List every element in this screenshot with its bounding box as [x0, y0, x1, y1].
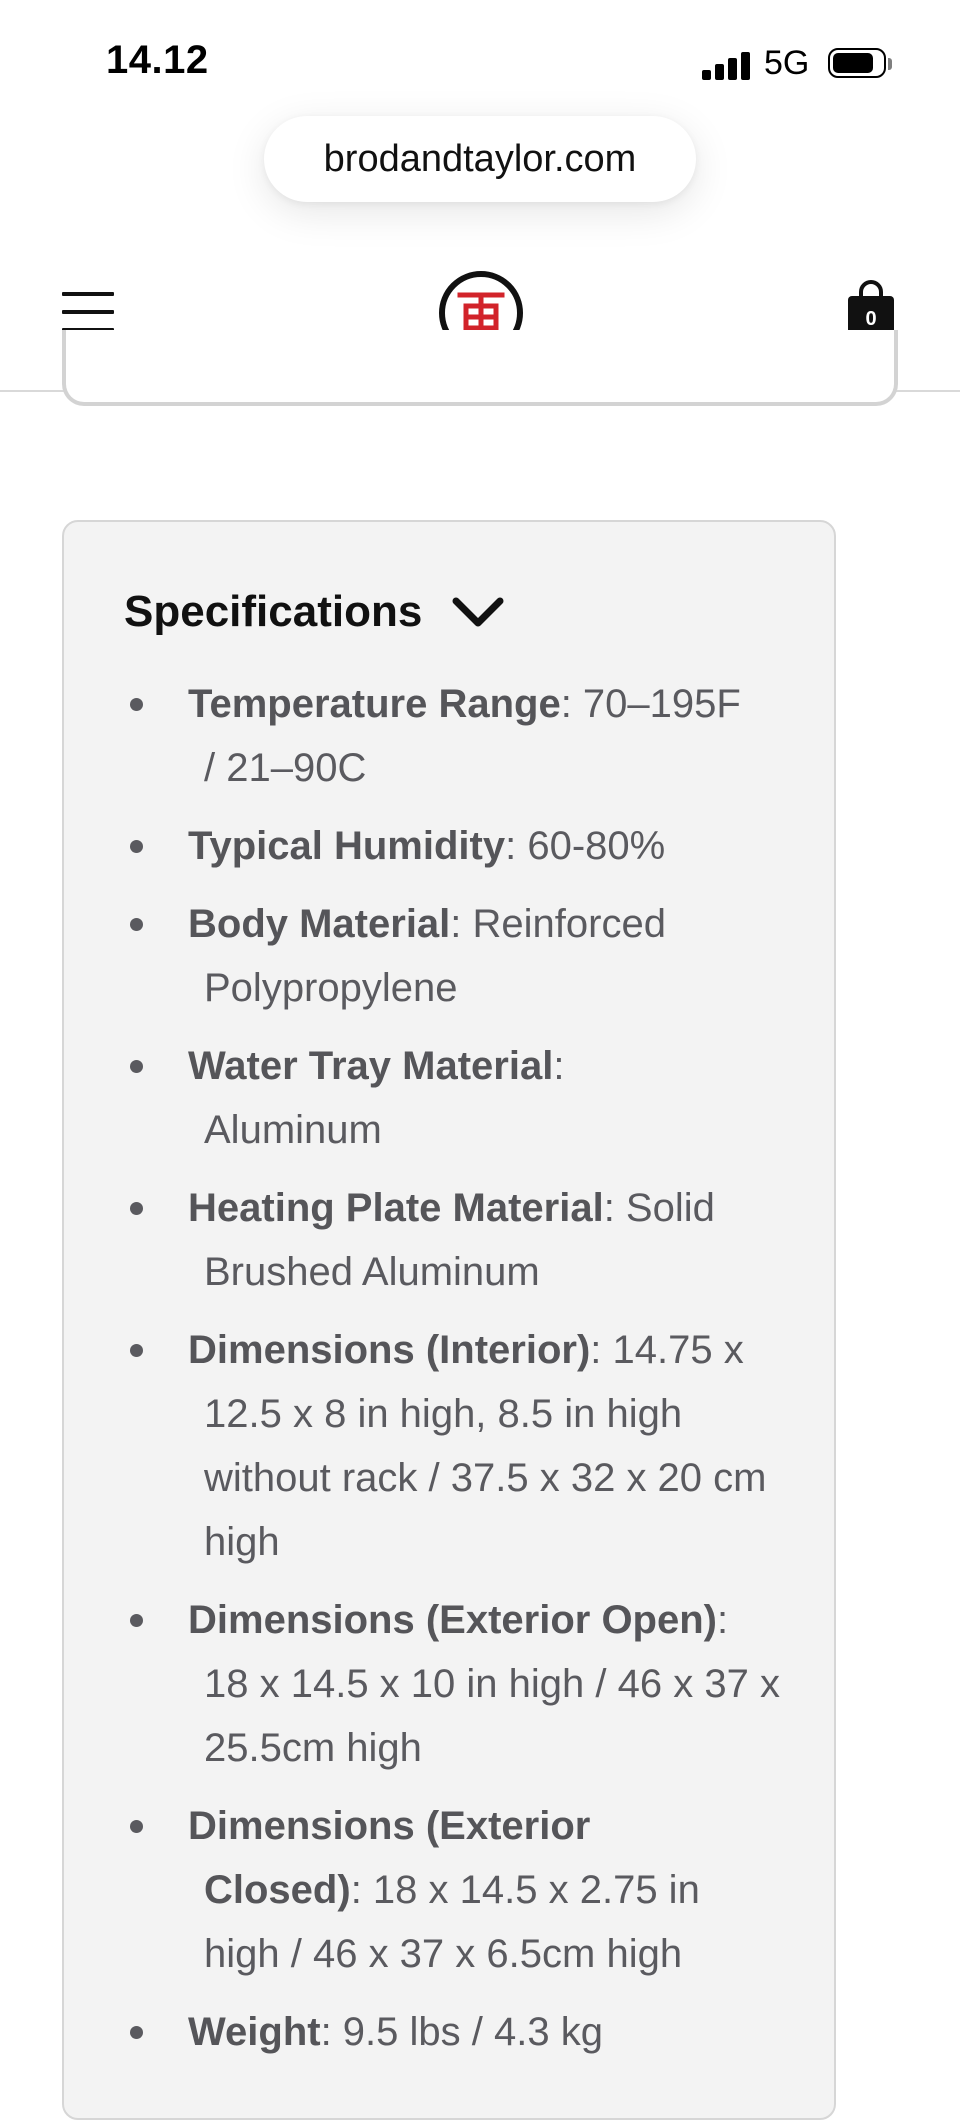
spec-dimensions-interior: Dimensions (Interior): 14.75 x 12.5 x 8 … [124, 1318, 784, 1574]
chevron-down-icon [452, 597, 504, 627]
spec-heating-plate-material: Heating Plate Material: Solid Brushed Al… [124, 1176, 784, 1304]
cart-count: 0 [865, 308, 877, 330]
status-bar: 14.12 5G [0, 0, 960, 110]
signal-icon [702, 50, 750, 80]
spec-dimensions-exterior-closed: Dimensions (Exterior Closed): 18 x 14.5 … [124, 1794, 784, 1986]
status-time: 14.12 [106, 38, 209, 82]
hamburger-menu-icon[interactable] [62, 292, 114, 332]
spec-temperature-range: Temperature Range: 70–195F / 21–90C [124, 672, 784, 800]
specifications-list: Temperature Range: 70–195F / 21–90C Typi… [124, 672, 784, 2078]
battery-icon [828, 48, 892, 80]
specifications-title: Specifications [124, 587, 423, 636]
specifications-toggle[interactable]: Specifications [124, 582, 504, 642]
previous-card-edge [62, 330, 898, 406]
spec-water-tray-material: Water Tray Material: Aluminum [124, 1034, 784, 1162]
spec-body-material: Body Material: Reinforced Polypropylene [124, 892, 784, 1020]
network-type: 5G [764, 44, 810, 82]
spec-weight: Weight: 9.5 lbs / 4.3 kg [124, 2000, 784, 2064]
address-bar[interactable]: brodandtaylor.com [264, 116, 696, 202]
spec-dimensions-exterior-open: Dimensions (Exterior Open): 18 x 14.5 x … [124, 1588, 784, 1780]
spec-typical-humidity: Typical Humidity: 60-80% [124, 814, 784, 878]
specifications-card: Specifications Temperature Range: 70–195… [62, 520, 836, 2120]
